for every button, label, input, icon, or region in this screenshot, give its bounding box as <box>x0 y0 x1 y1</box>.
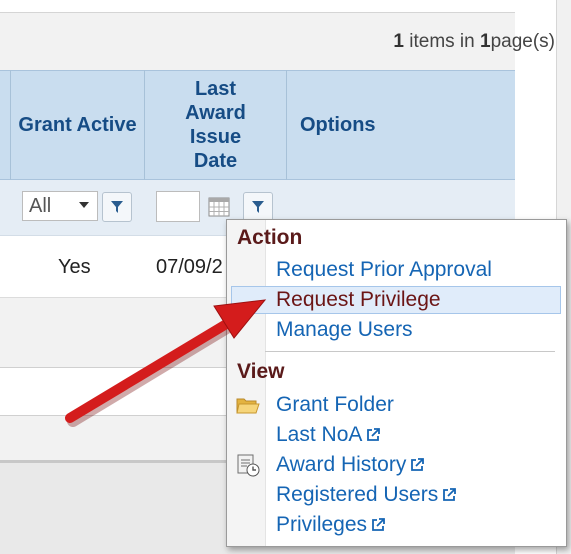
grant-active-filter-select[interactable]: All <box>22 191 98 221</box>
column-header-grant-active[interactable]: Grant Active <box>11 71 144 179</box>
page-count: 1 <box>480 31 491 52</box>
menu-item-request-privilege[interactable]: Request Privilege <box>231 286 561 314</box>
column-header-options: Options <box>300 114 376 136</box>
menu-item-last-noa[interactable]: Last NoA <box>276 423 381 447</box>
award-date-filter-input[interactable] <box>156 191 200 222</box>
menu-item-label: Privileges <box>276 513 368 536</box>
history-icon <box>237 454 260 477</box>
menu-item-request-prior-approval[interactable]: Request Prior Approval <box>276 258 492 282</box>
menu-item-award-history[interactable]: Award History <box>276 453 425 477</box>
pager-info: 1 items in 1page(s) <box>393 31 555 53</box>
menu-item-grant-folder[interactable]: Grant Folder <box>276 393 394 417</box>
menu-item-registered-users[interactable]: Registered Users <box>276 483 457 507</box>
pages-suffix: page(s) <box>490 31 555 52</box>
dropdown-arrow-icon <box>79 202 89 208</box>
items-text: items in <box>409 31 475 52</box>
menu-item-label: Last NoA <box>276 423 363 446</box>
award-date-filter-button[interactable] <box>243 192 273 222</box>
grant-active-filter-button[interactable] <box>102 192 132 222</box>
last-award-date-cell: 07/09/2 <box>156 256 223 278</box>
item-count: 1 <box>393 31 404 52</box>
filter-icon <box>252 201 264 213</box>
grant-active-cell: Yes <box>58 256 91 278</box>
external-link-icon <box>367 428 381 442</box>
external-link-icon <box>411 458 425 472</box>
action-section-title: Action <box>237 226 303 249</box>
select-value: All <box>29 195 52 217</box>
menu-item-label: Award History <box>276 453 407 476</box>
menu-divider <box>265 351 555 352</box>
external-link-icon <box>372 518 385 532</box>
external-link-icon <box>443 488 457 502</box>
folder-icon <box>236 398 260 414</box>
calendar-icon[interactable] <box>208 197 230 217</box>
menu-item-privileges[interactable]: Privileges <box>276 513 385 537</box>
menu-item-manage-users[interactable]: Manage Users <box>276 318 413 342</box>
menu-item-label: Registered Users <box>276 483 439 506</box>
view-section-title: View <box>237 360 285 383</box>
options-context-menu: Action Request Prior Approval Request Pr… <box>226 219 567 547</box>
column-header-last-award-issue-date[interactable]: Last Award Issue Date <box>145 71 286 179</box>
filter-icon <box>111 201 123 213</box>
